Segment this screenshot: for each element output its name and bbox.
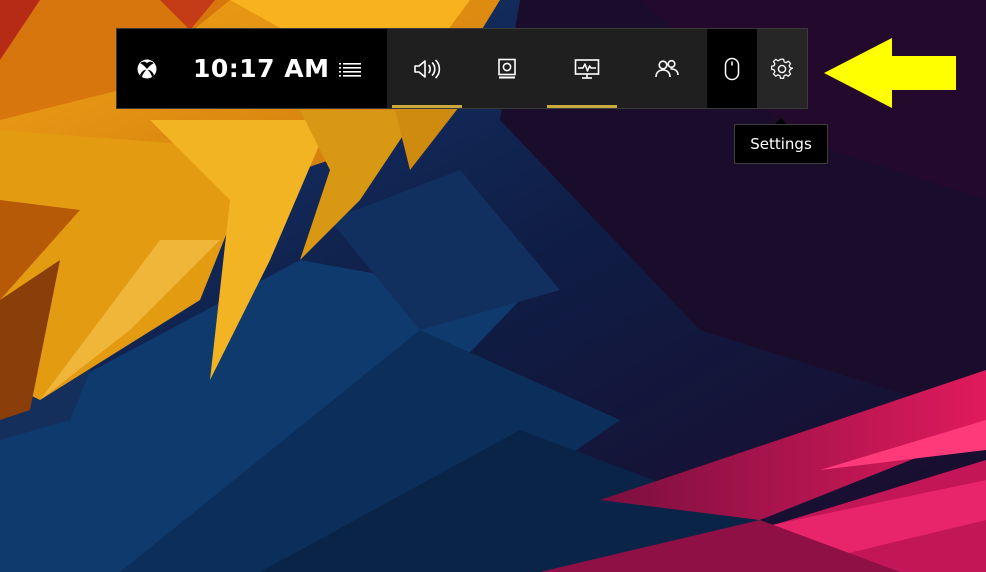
game-bar-home: 10:17 AM <box>117 29 387 108</box>
list-menu-icon[interactable] <box>339 62 361 78</box>
performance-monitor-icon <box>574 58 600 79</box>
audio-active-indicator <box>392 105 462 108</box>
clock-time: 10:17 AM <box>193 54 330 83</box>
performance-active-indicator <box>547 105 617 108</box>
audio-widget-button[interactable] <box>387 29 467 108</box>
capture-widget-button[interactable] <box>467 29 547 108</box>
settings-button[interactable] <box>757 29 807 108</box>
social-widget-button[interactable] <box>627 29 707 108</box>
settings-tooltip: Settings <box>734 124 828 164</box>
mouse-lock-button[interactable] <box>707 29 757 108</box>
xbox-logo-icon[interactable] <box>137 59 157 79</box>
speaker-icon <box>414 59 441 78</box>
people-icon <box>655 59 679 77</box>
capture-icon <box>498 58 516 78</box>
game-bar: 10:17 AM <box>116 28 808 109</box>
desktop: 10:17 AM Settings <box>0 0 986 572</box>
tooltip-label: Settings <box>750 135 812 153</box>
yellow-arrow-annotation <box>824 38 956 108</box>
widget-toolbar <box>387 29 807 108</box>
mouse-icon <box>724 57 740 80</box>
performance-widget-button[interactable] <box>547 29 627 108</box>
gear-icon <box>771 58 793 79</box>
